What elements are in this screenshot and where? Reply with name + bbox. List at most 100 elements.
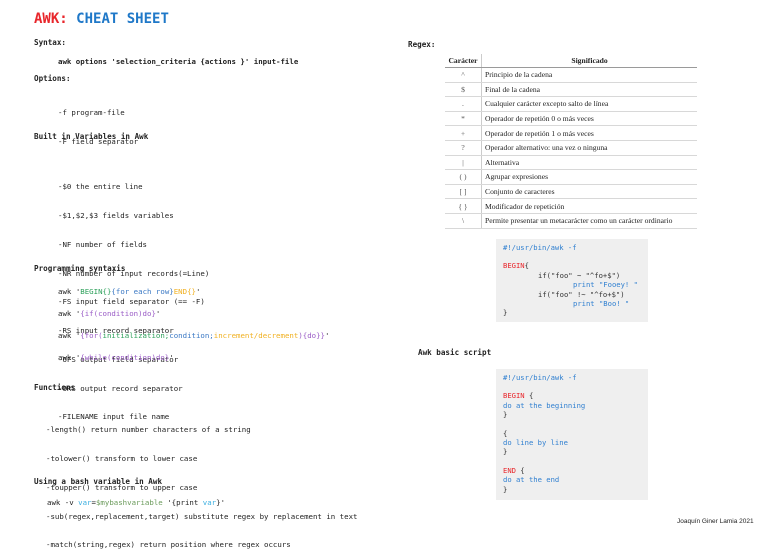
options-heading: Options: (34, 74, 71, 83)
code-segment: increment/decrement (213, 331, 299, 340)
regex-character: + (445, 125, 482, 141)
options-list: -f program-file -F field separator (58, 89, 138, 156)
regex-heading: Regex: (408, 40, 436, 49)
builtins-list: -$0 the entire line -$1,$2,$3 fields var… (58, 163, 209, 432)
code-line: do at the end (503, 475, 560, 485)
code-segment: BEGIN{} (80, 287, 112, 296)
code-segment: awk (58, 353, 76, 362)
code-segment: ' (169, 353, 174, 362)
code-segment: condition; (169, 331, 214, 340)
regex-row: [ ] Conjunto de caracteres (445, 184, 697, 200)
column-header: Carácter (445, 54, 482, 68)
basic-script-heading: Awk basic script (418, 348, 492, 357)
programming-line: awk ' {for(initialization;condition;incre… (58, 331, 329, 341)
regex-table: Carácter Significado ^ Principio de la ca… (445, 54, 697, 229)
regex-meaning: Alternativa (481, 155, 697, 171)
regex-row: + Operador de repetión 1 o más veces (445, 125, 697, 141)
code-segment: END{} (173, 287, 196, 296)
regex-character: $ (445, 82, 482, 98)
regex-meaning: Cualquier carácter excepto salto de líne… (481, 96, 697, 112)
function-item: -sub(regex,replacement,target) substitut… (46, 511, 358, 521)
regex-character: * (445, 111, 482, 127)
option-item: -f program-file (58, 108, 125, 118)
builtin-item: -$1,$2,$3 fields variables (58, 210, 174, 220)
code-segment: awk (58, 287, 76, 296)
regex-row: ^ Principio de la cadena (445, 67, 697, 83)
code-segment: '{print (162, 498, 203, 507)
code-segment: ' (325, 331, 330, 340)
title-awk: AWK: (34, 11, 68, 27)
code-segment: awk (58, 331, 76, 340)
brace: { (515, 465, 525, 475)
regex-row: \ Permite presentar un metacarácter como … (445, 213, 697, 229)
regex-meaning: Agrupar expresiones (481, 169, 697, 185)
regex-meaning: Principio de la cadena (481, 67, 697, 83)
code-segment: }' (216, 498, 226, 507)
programming-line: awk 'BEGIN{}{for each row}END{}' (58, 287, 200, 297)
regex-character: ( ) (445, 169, 482, 185)
regex-character: \ (445, 213, 482, 229)
code-line: if("foo" ~ "^fo+$") (538, 270, 621, 280)
column-header: Significado (481, 54, 697, 68)
code-segment: awk (58, 309, 76, 318)
basic-script-code: #!/usr/bin/awk -f BEGIN { do at the begi… (496, 369, 648, 500)
regex-row: { } Modificador de repetición (445, 198, 697, 214)
regex-meaning: Modificador de repetición (481, 198, 697, 214)
code-segment: awk -v (47, 498, 79, 507)
code-line: print "Boo! " (573, 299, 630, 309)
brace: { (524, 391, 534, 401)
regex-meaning: Operador de repetión 0 o más veces (481, 111, 697, 127)
programming-heading: Programming syntaxis (34, 264, 126, 273)
brace: { (503, 428, 508, 438)
regex-meaning: Permite presentar un metacarácter como u… (481, 213, 697, 229)
code-segment: ' (155, 309, 161, 318)
builtin-item: -FS input field separator (== -F) (58, 297, 205, 307)
brace: } (503, 410, 508, 420)
regex-row: ( ) Agrupar expresiones (445, 169, 697, 185)
code-segment: var (202, 498, 217, 507)
regex-row: . Cualquier carácter excepto salto de lín… (445, 96, 697, 112)
code-segment: var (78, 498, 92, 507)
function-item: -tolower() transform to lower case (46, 453, 198, 463)
regex-row: | Alternativa (445, 155, 697, 171)
code-line: do line by line (503, 438, 568, 448)
regex-row: $ Final de la cadena (445, 82, 697, 98)
bash-var-heading: Using a bash variable in Awk (34, 477, 163, 486)
code-segment: {for( (80, 331, 103, 340)
brace: } (503, 308, 508, 318)
regex-example-code: #!/usr/bin/awk -f BEGIN{ if("foo" ~ "^fo… (496, 239, 648, 322)
shebang: #!/usr/bin/awk -f (503, 373, 577, 382)
author-footer: Joaquín Giner Lamia 2021 (677, 518, 754, 525)
regex-character: ^ (445, 67, 482, 83)
end-keyword: END (503, 465, 516, 475)
syntax-command: awk options 'selection_criteria {actions… (58, 57, 299, 66)
builtin-item: -ORS output record separator (58, 383, 183, 393)
regex-character: { } (445, 198, 482, 214)
code-line: if("foo" !~ "^fo+$") (538, 289, 625, 299)
code-segment: ' (195, 287, 201, 296)
regex-row: * Operador de repetión 0 o más veces (445, 111, 697, 127)
title-cheat-sheet: CHEAT SHEET (76, 11, 169, 27)
builtins-heading: Built in Variables in Awk (34, 132, 149, 141)
code-segment: {for each row} (111, 287, 174, 296)
begin-keyword: BEGIN (503, 391, 525, 401)
programming-line: awk '{while(condition)do}' (58, 353, 174, 363)
regex-character: | (445, 155, 482, 171)
function-item: -match(string,regex) return position whe… (46, 540, 291, 550)
regex-meaning: Conjunto de caracteres (481, 184, 697, 200)
begin-keyword: BEGIN (503, 261, 525, 271)
code-line: print "Fooey! " (573, 280, 638, 290)
builtin-item: -NF number of fields (58, 239, 147, 249)
code-line: do at the beginning (503, 400, 586, 410)
functions-heading: Functions (34, 383, 76, 392)
regex-character: [ ] (445, 184, 482, 200)
function-item: -length() return number characters of a … (46, 425, 251, 435)
code-segment: initialization; (102, 331, 170, 340)
regex-meaning: Operador de repetión 1 o más veces (481, 125, 697, 141)
regex-meaning: Operador alternativo: una vez o ninguna (481, 140, 697, 156)
builtin-item: -$0 the entire line (58, 182, 143, 192)
code-segment: ){do}} (298, 331, 326, 340)
brace: } (503, 447, 508, 457)
shebang: #!/usr/bin/awk -f (503, 243, 577, 252)
regex-character: . (445, 96, 482, 112)
